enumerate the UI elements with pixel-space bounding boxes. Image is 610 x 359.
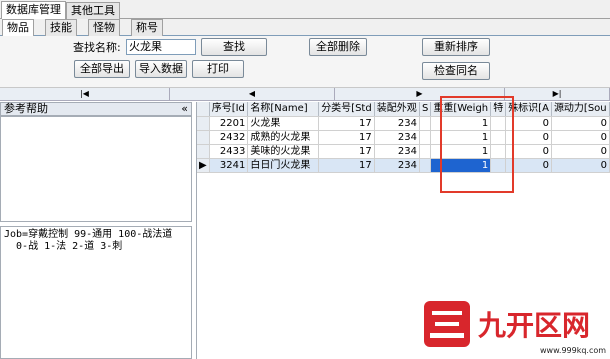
table-row[interactable]: 2201 火龙果 17 234 1 0 0 [197, 116, 610, 131]
cell-name[interactable]: 白日门火龙果 [247, 158, 320, 173]
table-header-row: 序号[Id 名称[Name] 分类号[Std 装配外观 S 重重[Weigh 特… [197, 102, 610, 117]
help-panel-header: 参考帮助 « [0, 102, 192, 116]
cell-id[interactable]: 2201 [209, 116, 249, 131]
tab-database-management[interactable]: 数据库管理 [1, 1, 66, 20]
row-indicator-header [197, 102, 210, 117]
cell-std[interactable]: 17 [318, 144, 375, 159]
cell-source[interactable]: 0 [551, 144, 610, 159]
row-indicator[interactable] [197, 144, 210, 159]
table-row[interactable]: 2433 美味的火龙果 17 234 1 0 0 [197, 144, 610, 159]
col-header-name[interactable]: 名称[Name] [247, 102, 320, 117]
cell-s[interactable] [419, 144, 432, 159]
cell-std[interactable]: 17 [318, 116, 375, 131]
col-header-id[interactable]: 序号[Id [209, 102, 249, 117]
tab-skills[interactable]: 技能 [45, 19, 77, 36]
help-content [0, 116, 192, 222]
search-label: 查找名称: [73, 41, 121, 54]
cell-std[interactable]: 17 [318, 130, 375, 145]
cell-source[interactable]: 0 [551, 130, 610, 145]
tab-items[interactable]: 物品 [2, 19, 34, 37]
job-note-box[interactable]: Job=穿戴控制 99-通用 100-战法道 0-战 1-法 2-道 3-刺 [0, 226, 192, 359]
cell-id[interactable]: 2433 [209, 144, 249, 159]
cell-source[interactable]: 0 [551, 116, 610, 131]
cell-shape[interactable]: 234 [374, 158, 420, 173]
col-header-std[interactable]: 分类号[Std [318, 102, 375, 117]
watermark-url: www.999kq.com [540, 346, 606, 355]
tab-other-tools[interactable]: 其他工具 [66, 2, 120, 19]
record-navigator: |◀ ◀ ▶ ▶| [0, 88, 610, 101]
sub-tab-bar: 物品 技能 怪物 称号 [0, 19, 610, 37]
site-watermark-logo: 九开区网 www.999kq.com [424, 301, 606, 355]
delete-all-button[interactable]: 全部删除 [309, 38, 367, 56]
cell-id[interactable]: 2432 [209, 130, 249, 145]
cell-s[interactable] [419, 130, 432, 145]
items-table: 序号[Id 名称[Name] 分类号[Std 装配外观 S 重重[Weigh 特… [197, 102, 610, 173]
prev-icon: ◀ [248, 89, 256, 98]
check-duplicate-button[interactable]: 检查同名 [422, 62, 490, 80]
cell-id[interactable]: 3241 [209, 158, 249, 173]
row-indicator[interactable] [197, 130, 210, 145]
resort-button[interactable]: 重新排序 [422, 38, 490, 56]
first-icon: |◀ [80, 89, 89, 98]
current-row-indicator-icon[interactable]: ▶ [197, 158, 210, 173]
weight-column-highlight-box [440, 96, 514, 193]
control-panel: 查找名称: 火龙果 查找 全部删除 重新排序 全部导出 导入数据 打印 检查同名 [0, 36, 610, 88]
next-icon: ▶ [416, 89, 423, 98]
cell-source[interactable]: 0 [551, 158, 610, 173]
row-indicator[interactable] [197, 116, 210, 131]
table-row[interactable]: 2432 成熟的火龙果 17 234 1 0 0 [197, 130, 610, 145]
tab-titles[interactable]: 称号 [131, 19, 163, 36]
top-tab-bar: 数据库管理 其他工具 [0, 0, 610, 20]
tab-monsters[interactable]: 怪物 [88, 19, 120, 36]
col-header-source[interactable]: 源动力[Sou [551, 102, 610, 117]
last-record-button[interactable]: ▶| [505, 88, 610, 101]
col-header-shape[interactable]: 装配外观 [374, 102, 420, 117]
cell-name[interactable]: 成熟的火龙果 [247, 130, 320, 145]
prev-record-button[interactable]: ◀ [170, 88, 335, 101]
note-line-1: Job=穿戴控制 99-通用 100-战法道 [4, 229, 173, 240]
export-all-button[interactable]: 全部导出 [74, 60, 130, 78]
first-record-button[interactable]: |◀ [0, 88, 170, 101]
print-button[interactable]: 打印 [192, 60, 244, 78]
collapse-icon[interactable]: « [181, 103, 188, 115]
cell-std[interactable]: 17 [318, 158, 375, 173]
search-input[interactable]: 火龙果 [126, 39, 196, 55]
cell-name[interactable]: 美味的火龙果 [247, 144, 320, 159]
table-row-selected[interactable]: ▶ 3241 白日门火龙果 17 234 1 0 0 [197, 158, 610, 173]
help-title: 参考帮助 [4, 102, 48, 115]
cell-s[interactable] [419, 158, 432, 173]
cell-name[interactable]: 火龙果 [247, 116, 320, 131]
cell-shape[interactable]: 234 [374, 130, 420, 145]
watermark-brand: 九开区网 [478, 309, 590, 342]
note-line-2: 0-战 1-法 2-道 3-刺 [4, 241, 123, 252]
col-header-s[interactable]: S [419, 102, 432, 117]
last-icon: ▶| [552, 89, 562, 98]
cell-shape[interactable]: 234 [374, 144, 420, 159]
cell-shape[interactable]: 234 [374, 116, 420, 131]
find-button[interactable]: 查找 [201, 38, 267, 56]
cell-s[interactable] [419, 116, 432, 131]
import-button[interactable]: 导入数据 [135, 60, 187, 78]
